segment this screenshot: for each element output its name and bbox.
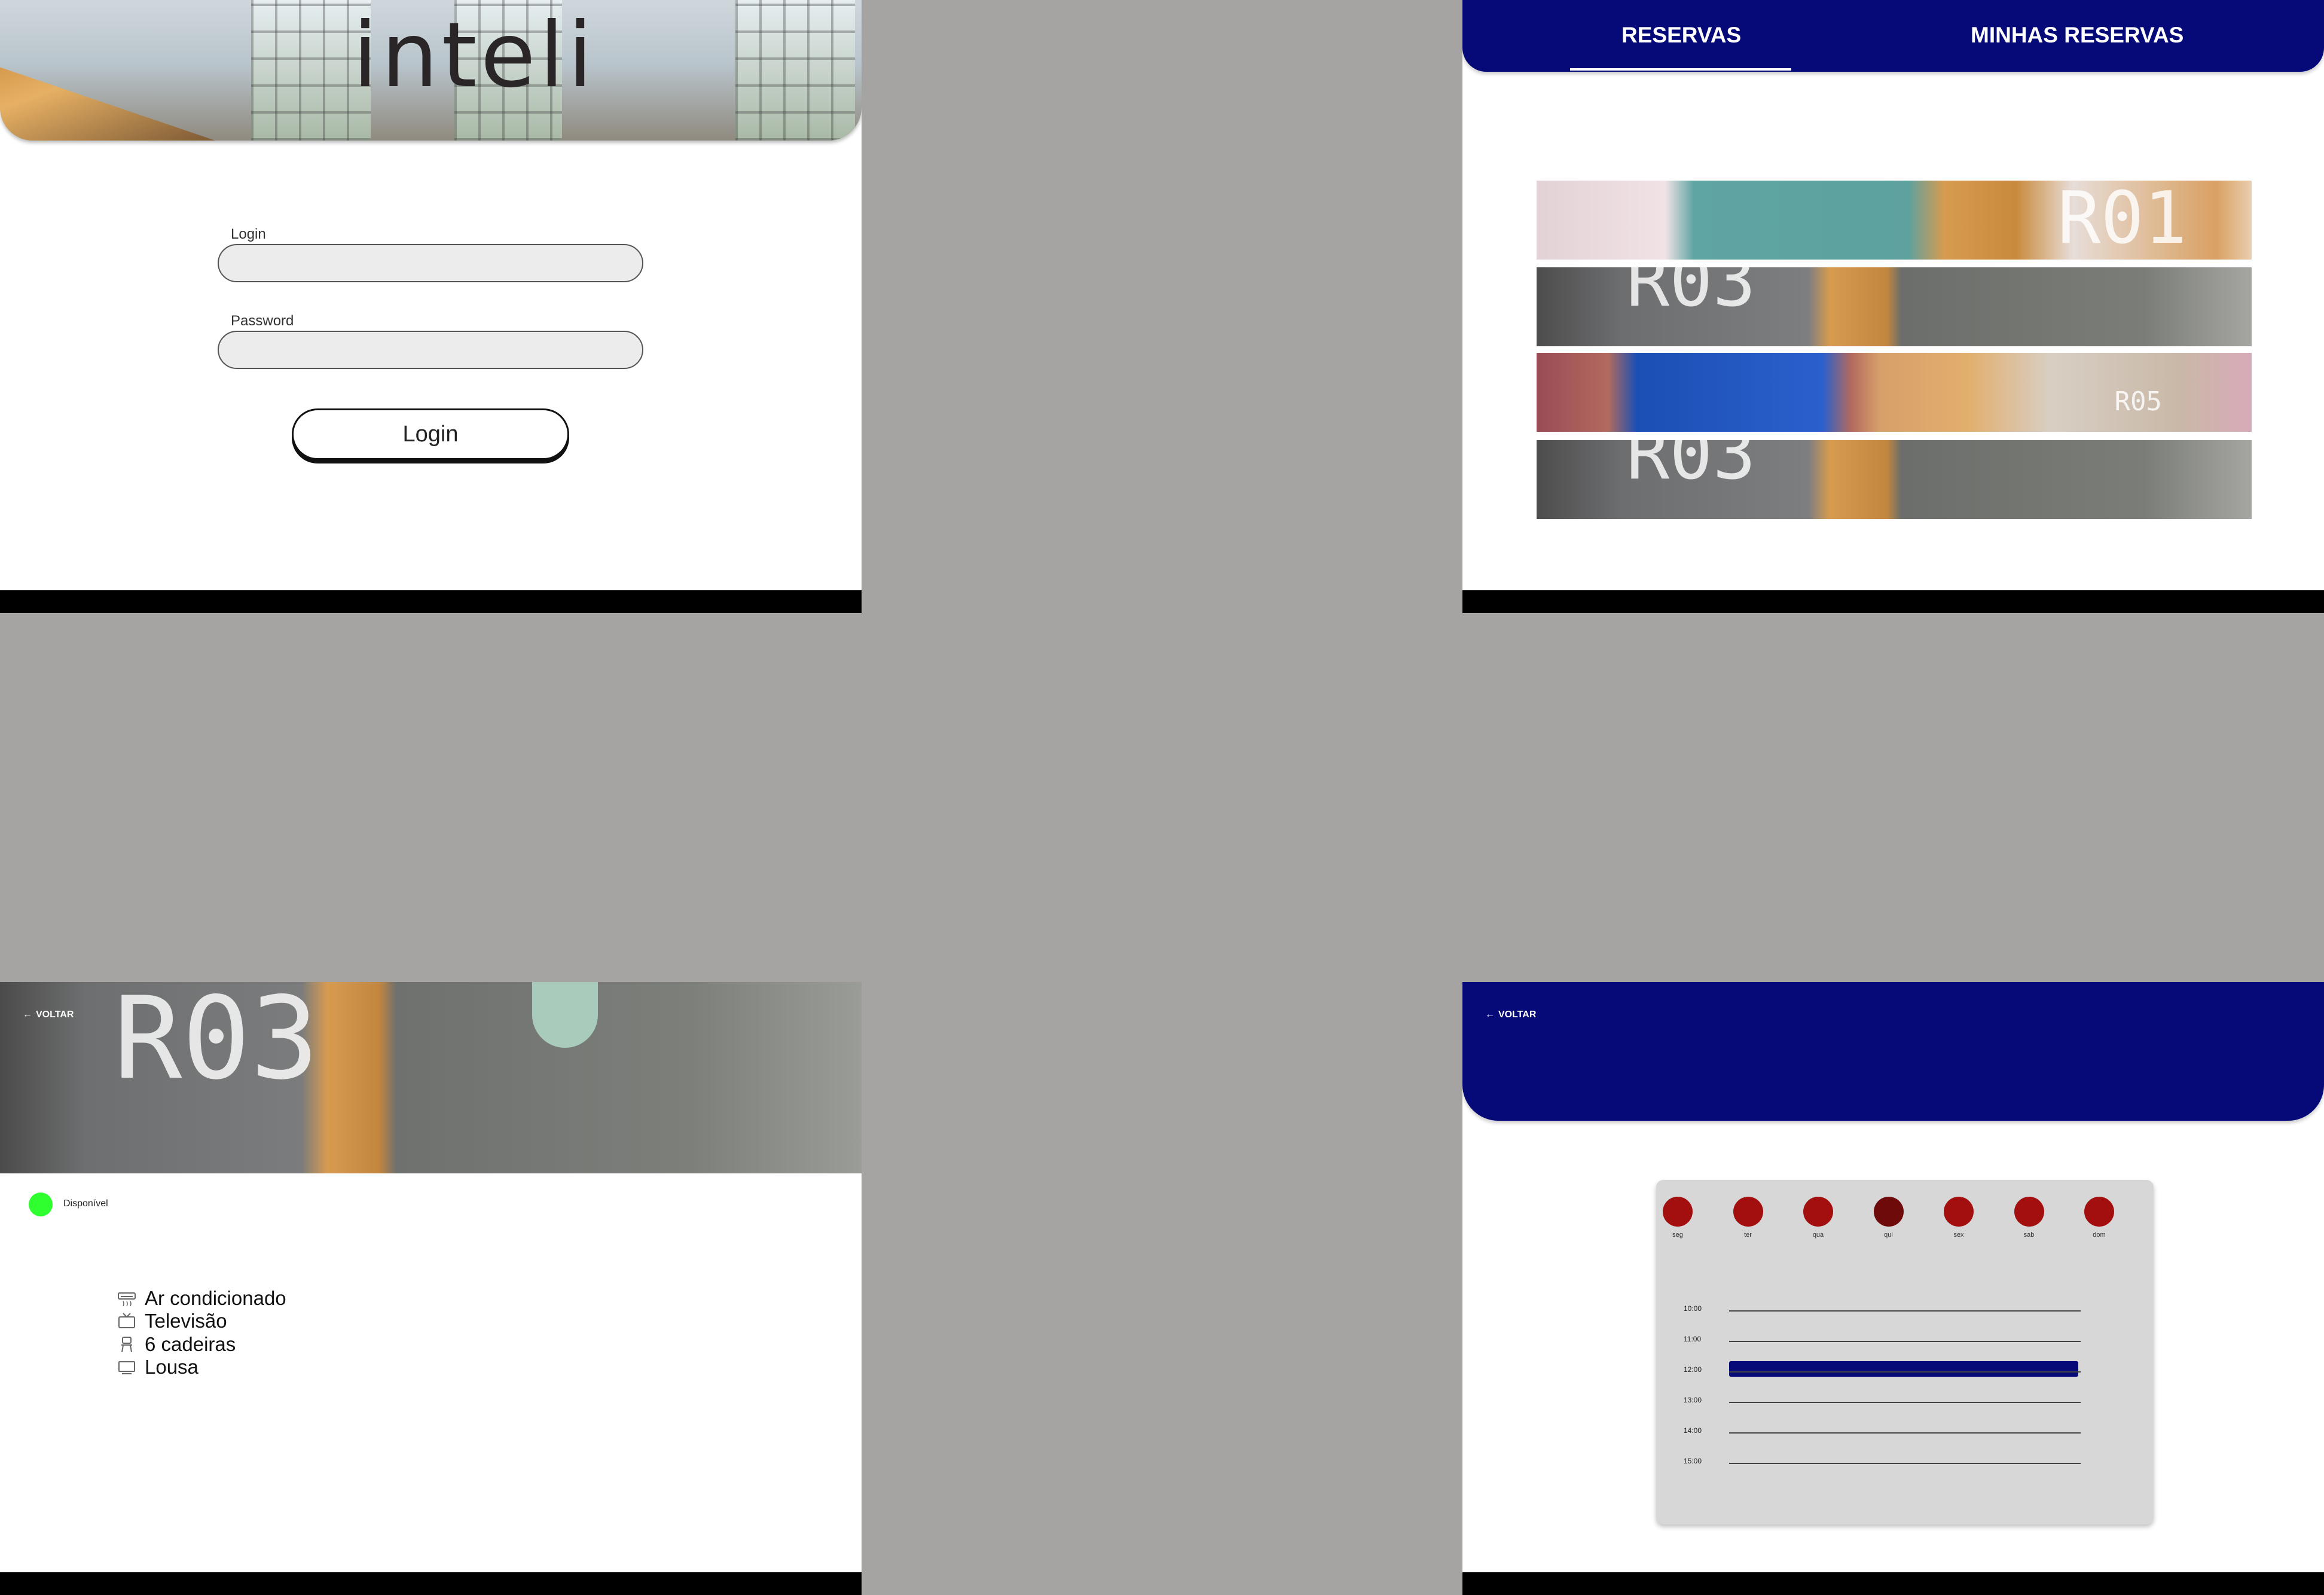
schedule-header: ← VOLTAR [1462, 982, 2324, 1121]
password-input[interactable] [218, 331, 643, 369]
hero-window-right [735, 0, 855, 141]
room-hero-image: R03 ← VOLTAR [0, 982, 862, 1173]
day-seg[interactable]: seg [1660, 1197, 1696, 1239]
day-dot [2084, 1197, 2114, 1227]
day-sex[interactable]: sex [1941, 1197, 1977, 1239]
time-slot-line[interactable] [1729, 1463, 2081, 1464]
back-link[interactable]: ← VOLTAR [23, 1010, 74, 1020]
day-dom[interactable]: dom [2081, 1197, 2117, 1239]
pendant-lamp [532, 982, 598, 1048]
time-label: 10:00 [1684, 1304, 1702, 1313]
room-card-r03[interactable]: R03 [1537, 267, 2252, 346]
tab-reservas[interactable]: RESERVAS [1621, 23, 1741, 48]
time-label: 14:00 [1684, 1426, 1702, 1435]
time-label: 11:00 [1684, 1335, 1702, 1343]
booked-time-slot[interactable] [1729, 1361, 2078, 1377]
air-conditioner-icon [118, 1292, 136, 1307]
feature-label: Televisão [145, 1310, 227, 1332]
room-card-code: R01 [2057, 181, 2187, 260]
password-field-label: Password [231, 313, 294, 329]
top-navigation: RESERVAS MINHAS RESERVAS [1462, 0, 2324, 72]
chair-icon [121, 1337, 132, 1353]
room-card-code: R05 [2114, 386, 2162, 417]
day-label: qua [1812, 1231, 1824, 1239]
feature-item: 6 cadeiras [117, 1333, 236, 1356]
bottom-bar [0, 590, 862, 613]
time-slot-line[interactable] [1729, 1341, 2081, 1342]
back-link-label: VOLTAR [36, 1010, 74, 1020]
whiteboard-icon [118, 1361, 135, 1374]
day-label: sex [1953, 1231, 1964, 1239]
back-link[interactable]: ← VOLTAR [1485, 1010, 1536, 1020]
login-button[interactable]: Login [292, 408, 569, 460]
room-card-code: R03 [1626, 440, 1756, 496]
day-qui[interactable]: qui [1871, 1197, 1907, 1239]
time-slot-line[interactable] [1729, 1432, 2081, 1434]
time-slot-line[interactable] [1729, 1310, 2081, 1312]
day-dot [2014, 1197, 2044, 1227]
day-label: qui [1884, 1231, 1893, 1239]
television-icon [118, 1313, 135, 1328]
day-sab[interactable]: sab [2011, 1197, 2047, 1239]
day-label: seg [1672, 1231, 1683, 1239]
time-slot-line[interactable] [1729, 1402, 2081, 1403]
day-qua[interactable]: qua [1800, 1197, 1836, 1239]
day-label: sab [2023, 1231, 2035, 1239]
feature-item: Televisão [117, 1310, 227, 1332]
time-slot-line[interactable] [1729, 1371, 2081, 1373]
feature-label: 6 cadeiras [145, 1333, 236, 1355]
inteli-logo: inteli [353, 4, 597, 108]
feature-item: Ar condicionado [117, 1287, 286, 1310]
room-card-code: R03 [1626, 267, 1756, 323]
room-code-watermark: R03 [114, 982, 319, 1105]
time-label: 15:00 [1684, 1457, 1702, 1465]
time-label: 12:00 [1684, 1365, 1702, 1374]
day-label: dom [2093, 1231, 2106, 1239]
day-dot [1803, 1197, 1833, 1227]
bottom-bar [0, 1572, 862, 1595]
availability-text: Disponível [63, 1198, 108, 1209]
day-ter[interactable]: ter [1730, 1197, 1766, 1239]
schedule-panel: seg ter qua qui sex sab dom 10:00 11:00 12:00 13:… [1656, 1180, 2154, 1524]
schedule-screen: ← VOLTAR seg ter qua qui sex sab dom 10:00 11:0… [1462, 982, 2324, 1595]
room-card-r03-second[interactable]: R03 [1537, 440, 2252, 519]
rooms-screen: RESERVAS MINHAS RESERVAS R01 R03 R05 R03 [1462, 0, 2324, 613]
login-screen: inteli Login Password Login [0, 0, 862, 613]
time-label: 13:00 [1684, 1396, 1702, 1404]
login-field-label: Login [231, 226, 266, 242]
feature-label: Lousa [145, 1356, 198, 1378]
room-detail-screen: R03 ← VOLTAR Disponível Ar condicionado … [0, 982, 862, 1595]
tab-minhas-reservas[interactable]: MINHAS RESERVAS [1971, 23, 2183, 48]
back-link-label: VOLTAR [1498, 1010, 1537, 1020]
day-dot [1944, 1197, 1974, 1227]
arrow-left-icon: ← [1485, 1010, 1495, 1020]
room-card-r01[interactable]: R01 [1537, 181, 2252, 260]
day-dot [1873, 1197, 1904, 1227]
login-input[interactable] [218, 244, 643, 282]
room-card-r05[interactable]: R05 [1537, 353, 2252, 432]
feature-label: Ar condicionado [145, 1287, 286, 1309]
hero-stairs [0, 67, 215, 141]
login-hero-image: inteli [0, 0, 862, 141]
bottom-bar [1462, 1572, 2324, 1595]
feature-item: Lousa [117, 1356, 198, 1379]
day-dot [1663, 1197, 1693, 1227]
active-tab-indicator [1570, 68, 1791, 71]
day-label: ter [1744, 1231, 1752, 1239]
day-dot [1733, 1197, 1763, 1227]
arrow-left-icon: ← [23, 1010, 32, 1020]
availability-indicator [29, 1193, 53, 1216]
bottom-bar [1462, 590, 2324, 613]
